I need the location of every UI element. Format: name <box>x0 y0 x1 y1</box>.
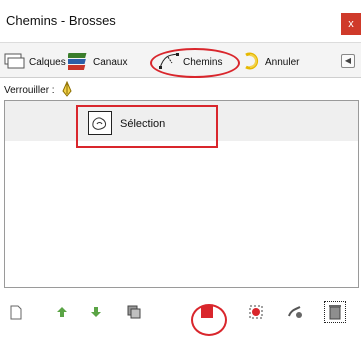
arrow-up-icon[interactable] <box>53 303 71 321</box>
channels-icon <box>65 51 90 74</box>
annotation-circle-chemins <box>150 48 240 78</box>
tab-label: Annuler <box>265 56 300 68</box>
tab-annuler[interactable]: Annuler <box>242 51 299 73</box>
lock-pen-icon[interactable] <box>61 80 73 100</box>
paths-toolbar <box>0 288 361 340</box>
dialog-title: Chemins - Brosses <box>6 13 116 28</box>
arrow-down-icon[interactable] <box>87 303 105 321</box>
tab-label: Canaux <box>93 56 128 68</box>
duplicate-icon[interactable] <box>125 303 143 321</box>
tab-label: Calques <box>29 56 66 68</box>
selection-to-path-icon[interactable] <box>247 303 265 321</box>
paint-path-icon[interactable] <box>286 303 304 321</box>
lock-label: Verrouiller : <box>4 84 55 96</box>
tab-scroll-button[interactable]: ◀ <box>341 54 355 68</box>
trash-icon[interactable] <box>324 301 346 323</box>
layers-icon <box>4 52 26 73</box>
title-bar: Chemins - Brosses x <box>0 0 361 40</box>
undo-history-icon <box>242 51 262 74</box>
new-document-icon[interactable] <box>7 303 25 321</box>
close-button[interactable]: x <box>341 13 361 35</box>
tab-calques[interactable]: Calques <box>4 51 66 73</box>
annotation-circle-toolbar <box>191 304 227 336</box>
tab-canaux[interactable]: Canaux <box>65 51 128 74</box>
annotation-rect-selection <box>76 105 218 148</box>
lock-row: Verrouiller : <box>4 80 73 100</box>
